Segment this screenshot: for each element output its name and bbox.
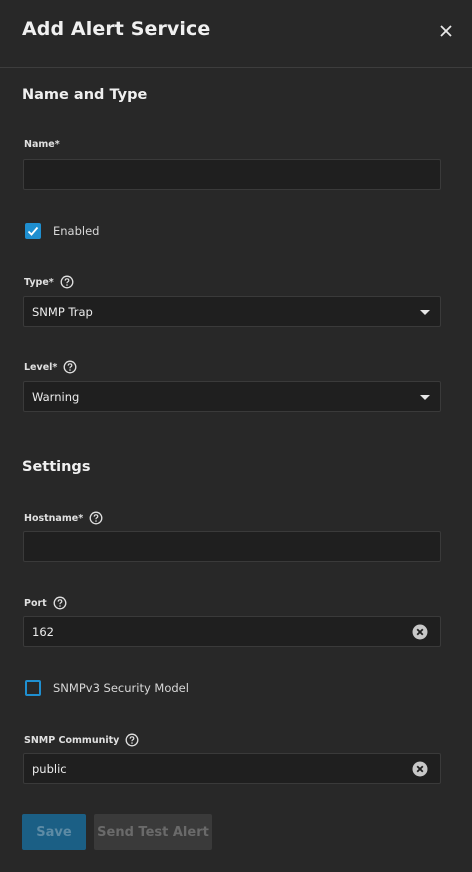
required-marker: * bbox=[48, 276, 54, 288]
clear-circle-icon[interactable] bbox=[412, 761, 428, 777]
required-marker: * bbox=[52, 361, 58, 373]
type-select-value: SNMP Trap bbox=[32, 305, 93, 319]
type-label-text: Type bbox=[24, 276, 49, 288]
enabled-checkbox[interactable] bbox=[25, 223, 41, 239]
port-input[interactable]: 162 bbox=[23, 616, 441, 647]
name-input[interactable] bbox=[23, 159, 441, 190]
section-title-name-and-type: Name and Type bbox=[22, 87, 148, 103]
enabled-label: Enabled bbox=[53, 224, 100, 238]
checkmark-icon bbox=[27, 226, 39, 236]
port-label: Port bbox=[24, 596, 67, 610]
send-test-alert-button[interactable]: Send Test Alert bbox=[94, 814, 212, 850]
chevron-down-icon bbox=[420, 395, 430, 400]
clear-circle-icon[interactable] bbox=[412, 624, 428, 640]
dialog-header: Add Alert Service bbox=[0, 0, 472, 68]
type-label: Type* bbox=[24, 275, 74, 289]
level-label: Level* bbox=[24, 360, 77, 374]
enabled-checkbox-row[interactable]: Enabled bbox=[25, 223, 99, 239]
port-input-value: 162 bbox=[32, 625, 54, 639]
add-alert-service-panel: Add Alert Service Name and Type Name* En… bbox=[0, 0, 472, 872]
snmp-community-label-text: SNMP Community bbox=[24, 734, 120, 746]
snmpv3-checkbox-row[interactable]: SNMPv3 Security Model bbox=[25, 680, 189, 696]
snmp-community-label: SNMP Community bbox=[24, 733, 139, 747]
section-title-settings: Settings bbox=[22, 459, 91, 475]
snmp-community-input[interactable]: public bbox=[23, 753, 441, 784]
snmpv3-label: SNMPv3 Security Model bbox=[53, 681, 189, 695]
type-select[interactable]: SNMP Trap bbox=[23, 296, 441, 327]
name-label: Name* bbox=[24, 139, 60, 150]
hostname-input[interactable] bbox=[23, 531, 441, 562]
required-marker: * bbox=[78, 512, 84, 524]
hostname-label: Hostname* bbox=[24, 511, 103, 525]
save-button[interactable]: Save bbox=[22, 814, 86, 850]
required-marker: * bbox=[54, 139, 60, 150]
snmpv3-checkbox[interactable] bbox=[25, 680, 41, 696]
help-circle-icon[interactable] bbox=[125, 733, 139, 747]
level-select[interactable]: Warning bbox=[23, 381, 441, 412]
snmp-community-input-value: public bbox=[32, 762, 67, 776]
dialog-title: Add Alert Service bbox=[22, 18, 211, 40]
help-circle-icon[interactable] bbox=[63, 360, 77, 374]
help-circle-icon[interactable] bbox=[53, 596, 67, 610]
chevron-down-icon bbox=[420, 310, 430, 315]
hostname-label-text: Hostname bbox=[24, 512, 79, 524]
help-circle-icon[interactable] bbox=[89, 511, 103, 525]
level-select-value: Warning bbox=[32, 390, 80, 404]
level-label-text: Level bbox=[24, 361, 53, 373]
close-icon[interactable] bbox=[436, 21, 456, 41]
name-label-text: Name bbox=[24, 139, 55, 150]
help-circle-icon[interactable] bbox=[60, 275, 74, 289]
port-label-text: Port bbox=[24, 597, 47, 609]
